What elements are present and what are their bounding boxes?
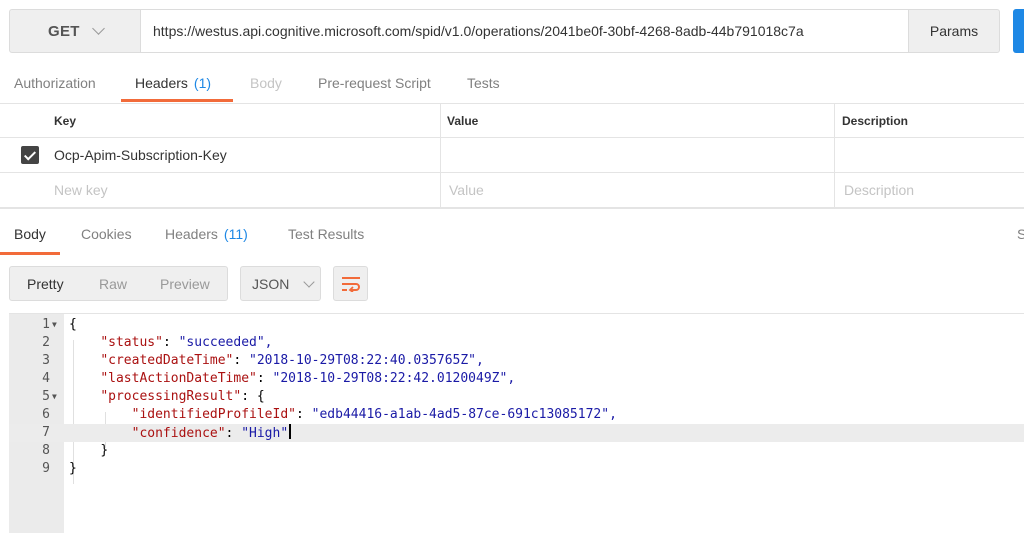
line-number: 1	[42, 317, 50, 332]
tab-count-badge: (1)	[193, 75, 212, 91]
code-line-current: 7 "confidence": "High"	[9, 424, 1024, 442]
json-key: "status"	[100, 335, 163, 350]
url-text: https://westus.api.cognitive.microsoft.c…	[153, 23, 804, 39]
json-key: "createdDateTime"	[100, 353, 234, 368]
tab-response-body[interactable]: Body	[0, 209, 60, 259]
tab-label: Body	[14, 226, 46, 242]
format-label: JSON	[252, 275, 290, 292]
response-body-editor[interactable]: 1 ▼ { 2 "status": "succeeded", 3 "create…	[9, 313, 1024, 533]
new-key-input[interactable]: New key	[54, 173, 108, 207]
json-value: "edb44416-a1ab-4ad5-87ce-691c13085172",	[311, 407, 617, 422]
tab-test-results[interactable]: Test Results	[288, 209, 364, 259]
header-description-field[interactable]	[842, 138, 1024, 172]
url-input[interactable]: https://westus.api.cognitive.microsoft.c…	[141, 9, 909, 53]
code-line: 1 ▼ {	[9, 316, 1024, 334]
text-cursor	[289, 424, 291, 439]
wrap-lines-button[interactable]	[333, 266, 368, 301]
line-number: 9	[42, 461, 50, 476]
json-key: "identifiedProfileId"	[131, 407, 296, 422]
json-key: "processingResult"	[100, 389, 242, 404]
header-value-field[interactable]	[447, 138, 834, 172]
code-line: 3 "createdDateTime": "2018-10-29T08:22:4…	[9, 352, 1024, 370]
new-description-input[interactable]: Description	[844, 173, 914, 207]
header-enabled-checkbox[interactable]	[21, 146, 39, 164]
response-tabs: Body Cookies Headers (11) Test Results S	[0, 208, 1024, 258]
tab-label: Pre-request Script	[318, 75, 431, 91]
code-line: 6 "identifiedProfileId": "edb44416-a1ab-…	[9, 406, 1024, 424]
line-number: 4	[42, 371, 50, 386]
new-value-input[interactable]: Value	[449, 173, 484, 207]
method-select[interactable]: GET	[9, 9, 141, 53]
line-number: 3	[42, 353, 50, 368]
tab-tests[interactable]: Tests	[467, 62, 500, 104]
active-tab-indicator	[121, 99, 234, 102]
column-description: Description	[842, 113, 909, 128]
json-value: "succeeded",	[178, 335, 273, 350]
method-label: GET	[48, 22, 80, 40]
request-tabs: Authorization Headers (1) Body Pre-reque…	[0, 62, 1024, 104]
json-value: "High"	[241, 426, 289, 441]
new-header-row: New key Value Description	[0, 173, 1024, 208]
tab-label: Body	[250, 75, 282, 91]
tab-cookies[interactable]: Cookies	[81, 209, 132, 259]
line-number: 5	[42, 389, 50, 404]
code-line: 2 "status": "succeeded",	[9, 334, 1024, 352]
code-line: 9 }	[9, 460, 1024, 478]
view-mode-toggle: Pretty Raw Preview	[9, 266, 228, 301]
tab-authorization[interactable]: Authorization	[14, 62, 96, 104]
chevron-down-icon	[91, 22, 105, 35]
line-number: 7	[42, 425, 50, 440]
request-url-bar: GET https://westus.api.cognitive.microso…	[0, 0, 1024, 62]
format-select[interactable]: JSON	[240, 266, 321, 301]
code-line: 8 }	[9, 442, 1024, 460]
tab-body[interactable]: Body	[250, 62, 282, 104]
code-line: 5 ▼ "processingResult": {	[9, 388, 1024, 406]
params-button[interactable]: Params	[908, 9, 1000, 53]
raw-button[interactable]: Raw	[99, 267, 127, 300]
tab-count-badge: (11)	[223, 226, 248, 242]
code-text: }	[69, 461, 77, 476]
line-number: 8	[42, 443, 50, 458]
fold-arrow-icon[interactable]: ▼	[52, 388, 57, 406]
tab-label: Authorization	[14, 75, 96, 91]
params-label: Params	[929, 23, 979, 39]
headers-table-header: Key Value Description	[0, 104, 1024, 138]
line-number: 2	[42, 335, 50, 350]
tab-label: Tests	[467, 75, 500, 91]
json-key: "confidence"	[131, 426, 226, 441]
code-line: 4 "lastActionDateTime": "2018-10-29T08:2…	[9, 370, 1024, 388]
json-brace: }	[100, 443, 109, 458]
header-key-field[interactable]: Ocp-Apim-Subscription-Key	[54, 138, 227, 172]
tab-pre-request-script[interactable]: Pre-request Script	[318, 62, 431, 104]
chevron-down-icon	[303, 275, 316, 288]
line-number: 6	[42, 407, 50, 422]
status-text: S	[1017, 226, 1024, 242]
json-value: "2018-10-29T08:22:40.035765Z",	[249, 353, 484, 368]
response-status-cut: S	[1017, 209, 1024, 259]
wrap-lines-icon	[341, 276, 360, 292]
preview-button[interactable]: Preview	[160, 267, 210, 300]
tab-label: Headers	[135, 75, 188, 91]
json-brace: {	[256, 389, 265, 404]
tab-label: Test Results	[288, 226, 365, 242]
active-tab-indicator	[0, 252, 60, 255]
json-key: "lastActionDateTime"	[100, 371, 257, 386]
tab-headers[interactable]: Headers (1)	[121, 62, 234, 104]
fold-arrow-icon[interactable]: ▼	[52, 316, 57, 334]
tab-label: Headers	[165, 226, 218, 242]
pretty-button[interactable]: Pretty	[27, 267, 64, 300]
table-row: Ocp-Apim-Subscription-Key	[0, 138, 1024, 173]
column-value: Value	[447, 113, 479, 128]
tab-label: Cookies	[81, 226, 132, 242]
column-key: Key	[54, 113, 77, 128]
tab-response-headers[interactable]: Headers (11)	[165, 209, 248, 259]
code-text: {	[69, 317, 77, 332]
send-button[interactable]	[1013, 9, 1024, 53]
json-value: "2018-10-29T08:22:42.0120049Z",	[272, 371, 516, 386]
